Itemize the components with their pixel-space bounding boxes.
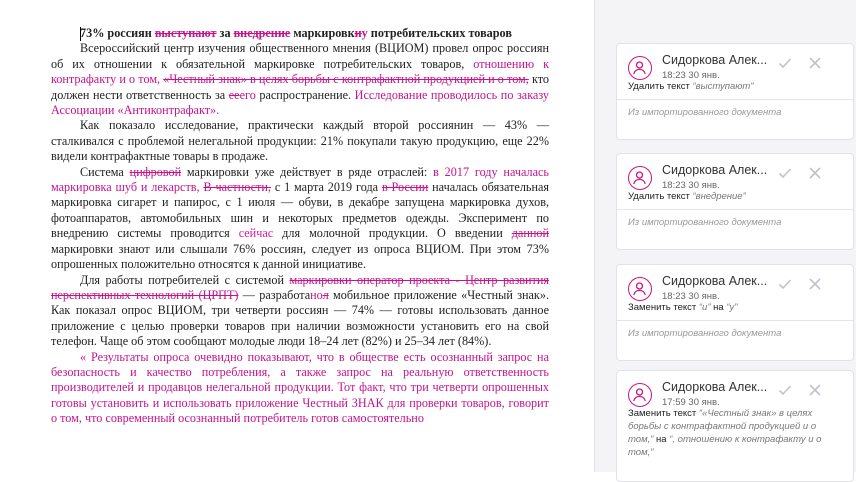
paragraph-2[interactable]: Как показало исследование, практически к…	[51, 118, 549, 164]
document-title[interactable]: 73% россиян выступают за внедрение марки…	[51, 26, 549, 41]
title-text: маркировк	[290, 26, 355, 40]
change-description: Удалить текст “внедрение”	[628, 190, 842, 203]
accept-change-button[interactable]	[777, 165, 793, 181]
reject-change-button[interactable]	[807, 55, 823, 71]
accept-change-button[interactable]	[777, 382, 793, 398]
check-icon	[778, 279, 792, 290]
title-text: потребительских товаров	[367, 26, 512, 40]
change-mid: текст	[670, 302, 699, 313]
card-divider	[617, 209, 853, 210]
inserted-text[interactable]: его	[240, 88, 256, 102]
deleted-text[interactable]: данной	[512, 226, 549, 240]
reject-change-button[interactable]	[807, 165, 823, 181]
change-source: Из импортированного документа	[628, 217, 782, 228]
paragraph-5-quote[interactable]: « Результаты опроса очевидно показывают,…	[51, 350, 549, 427]
change-author: Сидоркова Алек...	[662, 380, 768, 394]
paragraph-4[interactable]: Для работы потребителей с системой марки…	[51, 273, 549, 350]
card-divider	[617, 320, 853, 321]
paragraph-text: распространение.	[255, 87, 355, 102]
change-verb: Заменить	[628, 408, 671, 419]
paragraph-text: маркировки уже действует в ряде отраслей…	[181, 164, 434, 179]
check-icon	[778, 385, 792, 396]
close-icon	[809, 278, 821, 290]
change-verb: Удалить	[628, 81, 665, 92]
change-author: Сидоркова Алек...	[662, 163, 768, 177]
change-card[interactable]: Сидоркова Алек... 18:23 30 янв. Заменить…	[616, 264, 854, 361]
review-changes-panel[interactable]: Сидоркова Алек... 18:23 30 янв. Удалить …	[594, 0, 856, 482]
title-text: за	[216, 26, 234, 40]
change-to: на	[710, 302, 727, 313]
change-description: Заменить текст “и” на “у”	[628, 301, 842, 314]
text-cursor	[80, 27, 81, 41]
check-icon	[778, 168, 792, 179]
paragraph-text: с 1 марта 2019 года	[270, 180, 382, 195]
change-verb: Удалить	[628, 191, 665, 202]
paragraph-text: — разработа	[238, 287, 311, 302]
card-divider	[617, 99, 853, 100]
paragraph-text: маркировки знают или слышали 76% россиян…	[51, 241, 549, 272]
highlighted-text[interactable]: сейчас	[239, 226, 273, 240]
change-source: Из импортированного документа	[628, 328, 782, 339]
change-source: Из импортированного документа	[628, 107, 782, 118]
paragraph-3[interactable]: Система цифровой маркировки уже действуе…	[51, 165, 549, 273]
user-icon	[633, 388, 646, 402]
deleted-text[interactable]: и	[355, 26, 362, 40]
avatar	[628, 383, 652, 407]
paragraph-text: Для работы потребителей с системой	[80, 272, 290, 287]
change-author: Сидоркова Алек...	[662, 274, 768, 288]
accept-change-button[interactable]	[777, 276, 793, 292]
user-icon	[633, 282, 646, 296]
user-icon	[633, 61, 646, 75]
deleted-text[interactable]: «Честный знак» в целях борьбы с контрафа…	[163, 72, 529, 86]
avatar	[628, 166, 652, 190]
accept-change-button[interactable]	[777, 55, 793, 71]
change-card[interactable]: Сидоркова Алек... 18:23 30 янв. Удалить …	[616, 153, 854, 250]
document-body[interactable]: 73% россиян выступают за внедрение марки…	[51, 26, 549, 427]
change-mid: текст	[664, 191, 693, 202]
close-icon	[809, 57, 821, 69]
paragraph-text: для молочной продукции. О введении	[273, 226, 512, 241]
check-icon	[778, 58, 792, 69]
change-to: на	[653, 434, 670, 445]
change-card[interactable]: Сидоркова Алек... 18:23 30 янв. Удалить …	[616, 43, 854, 140]
deleted-text[interactable]: в России	[382, 180, 428, 194]
reject-change-button[interactable]	[807, 382, 823, 398]
change-old-text: “и”	[698, 302, 711, 313]
change-author: Сидоркова Алек...	[662, 53, 768, 67]
deleted-text[interactable]: ее	[229, 88, 240, 102]
change-description: Удалить текст “выступают”	[628, 80, 842, 93]
user-icon	[633, 171, 646, 185]
change-verb: Заменить	[628, 302, 671, 313]
change-mid: текст	[664, 81, 693, 92]
title-text: 73% россиян	[80, 26, 155, 40]
deleted-text[interactable]: выступают	[155, 26, 217, 40]
close-icon	[809, 167, 821, 179]
change-card[interactable]: Сидоркова Алек... 17:59 30 янв. Заменить…	[616, 370, 854, 482]
deleted-text[interactable]: цифровой	[130, 165, 181, 179]
paragraph-1[interactable]: Всероссийский центр изучения общественно…	[51, 41, 549, 118]
close-icon	[809, 384, 821, 396]
avatar	[628, 277, 652, 301]
inserted-text[interactable]: но	[310, 288, 322, 302]
change-description: Заменить текст “«Честный знак» в целях б…	[628, 407, 842, 459]
change-old-text: “выступают”	[692, 81, 754, 92]
avatar	[628, 56, 652, 80]
reject-change-button[interactable]	[807, 276, 823, 292]
paragraph-text: Система	[80, 164, 130, 179]
deleted-text[interactable]: внедрение	[234, 26, 291, 40]
deleted-text[interactable]: В частности,	[203, 180, 271, 194]
change-new-text: “у”	[726, 302, 738, 313]
document-canvas[interactable]: 73% россиян выступают за внедрение марки…	[0, 0, 594, 472]
change-mid: текст	[670, 408, 699, 419]
change-old-text: “внедрение”	[692, 191, 746, 202]
